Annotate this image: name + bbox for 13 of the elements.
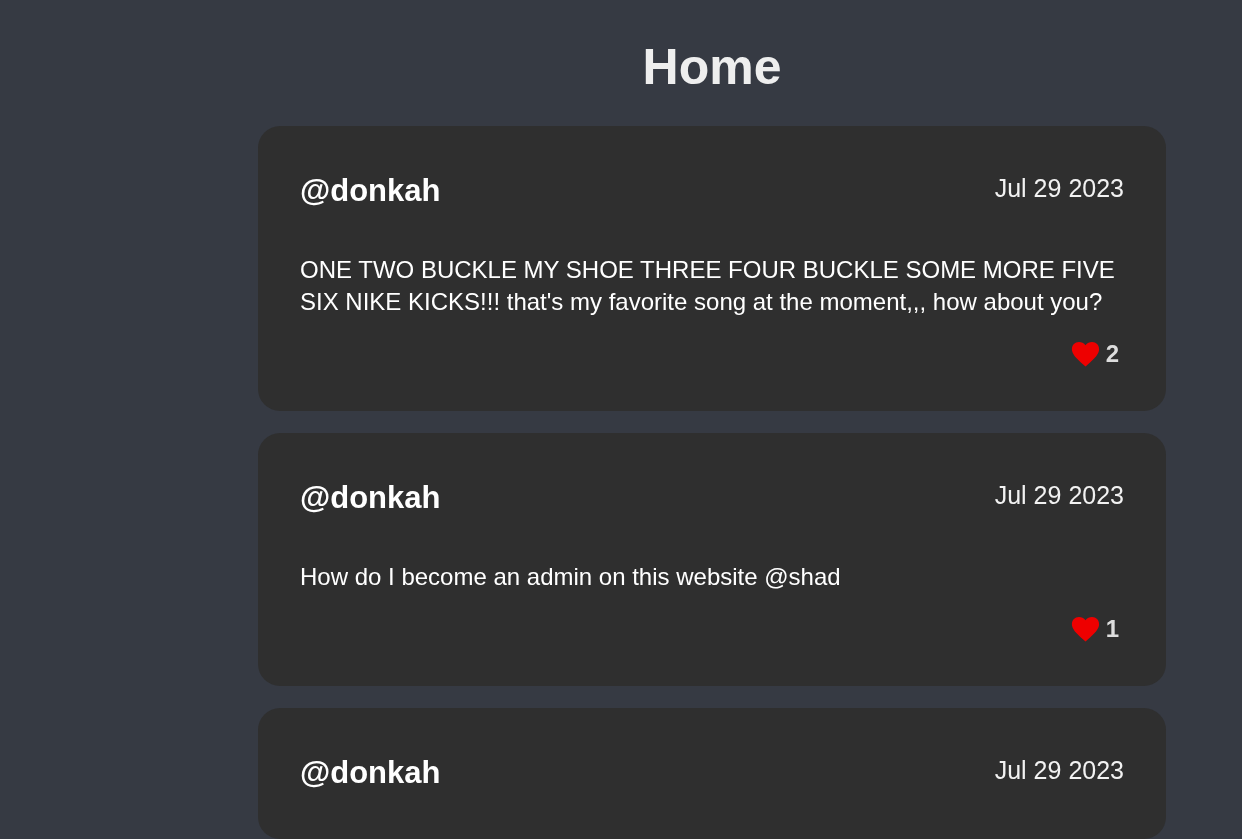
post-author: @donkah xyxy=(300,480,441,516)
post-date: Jul 29 2023 xyxy=(994,173,1124,203)
heart-icon[interactable] xyxy=(1070,341,1100,367)
like-count: 1 xyxy=(1105,615,1119,643)
post-text: How do I become an admin on this website @shad xyxy=(300,562,842,592)
like-count: 2 xyxy=(1105,340,1119,368)
post-author: @donkah xyxy=(300,173,441,209)
post-date: Jul 29 2023 xyxy=(994,755,1124,785)
post-author: @donkah xyxy=(300,755,441,791)
post-date: Jul 29 2023 xyxy=(994,480,1124,510)
page-title: Home xyxy=(642,38,782,97)
post-text: ONE TWO BUCKLE MY SHOE THREE FOUR BUCKLE SOME MORE FIVE SIX NIKE KICKS!!! that's my favorite song at the moment,,, how about you? xyxy=(300,255,1116,317)
heart-icon[interactable] xyxy=(1070,616,1100,642)
